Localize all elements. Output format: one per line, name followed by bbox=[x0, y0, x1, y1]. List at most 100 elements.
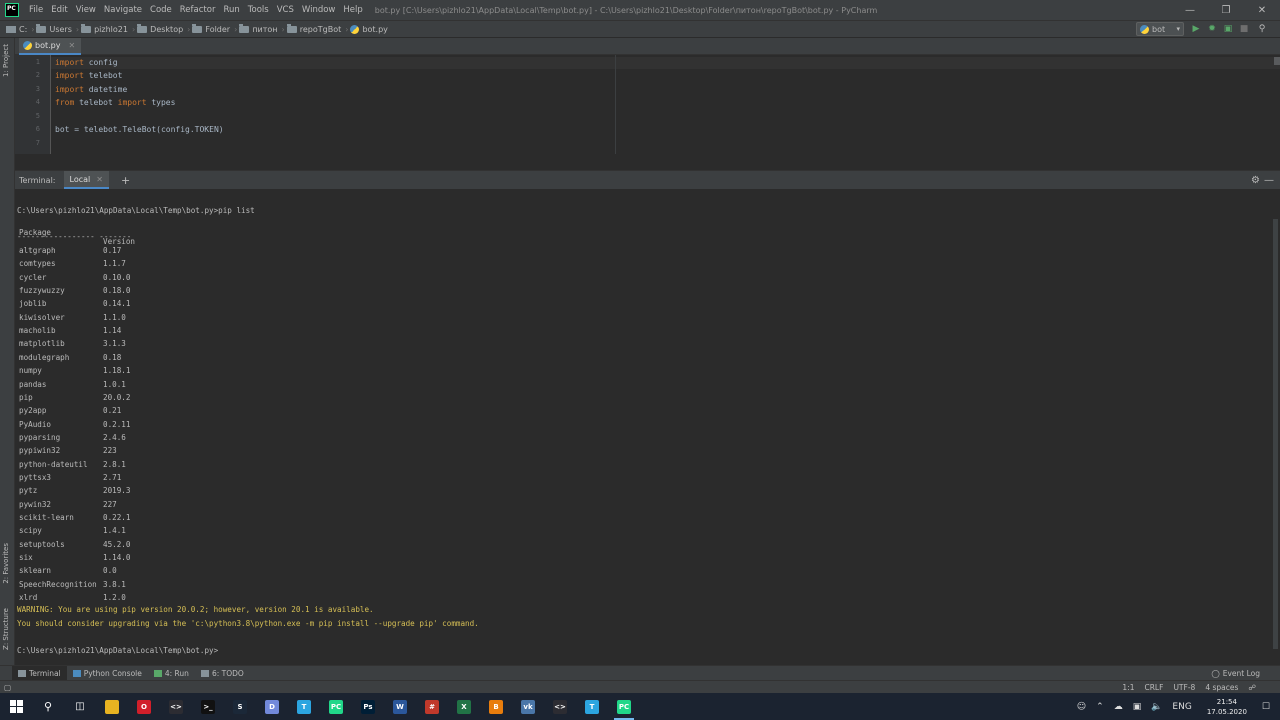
file-encoding[interactable]: UTF-8 bbox=[1173, 683, 1195, 692]
package-name: scikit-learn bbox=[19, 513, 74, 522]
cmd-icon[interactable]: >_ bbox=[192, 693, 224, 720]
menu-help[interactable]: Help bbox=[339, 5, 366, 15]
menu-file[interactable]: File bbox=[25, 5, 47, 15]
close-window-button[interactable]: ✕ bbox=[1244, 0, 1280, 20]
breadcrumb-separator: › bbox=[234, 24, 238, 34]
terminal-scrollbar[interactable] bbox=[1273, 219, 1278, 649]
coverage-icon[interactable]: ▣ bbox=[1222, 23, 1234, 35]
code-text: bot = telebot.TeleBot(config.TOKEN) bbox=[55, 125, 224, 134]
run-configuration-select[interactable]: bot ▾ bbox=[1136, 22, 1184, 36]
code-editor[interactable]: 1 2 3 4 5 6 7 import config import teleb… bbox=[15, 55, 1280, 154]
terminal-tab-local[interactable]: Local ✕ bbox=[63, 171, 109, 189]
menu-vcs[interactable]: VCS bbox=[273, 5, 298, 15]
chess-icon[interactable]: # bbox=[416, 693, 448, 720]
close-tab-icon[interactable]: ✕ bbox=[68, 41, 75, 50]
line-number-gutter: 1 2 3 4 5 6 7 bbox=[15, 55, 51, 154]
volume-icon[interactable]: 🔈 bbox=[1151, 702, 1162, 712]
package-name: PyAudio bbox=[19, 419, 52, 429]
terminal-tool-button[interactable]: Terminal bbox=[12, 665, 67, 681]
taskbar-clock[interactable]: 21:54 17.05.2020 bbox=[1207, 697, 1247, 717]
cloud-icon[interactable]: ☁ bbox=[1114, 702, 1123, 712]
stop-icon[interactable]: ■ bbox=[1238, 23, 1250, 35]
vscode-icon-2[interactable]: <> bbox=[544, 693, 576, 720]
menu-edit[interactable]: Edit bbox=[47, 5, 71, 15]
new-terminal-tab-icon[interactable]: + bbox=[121, 174, 130, 187]
window-title: bot.py [C:\Users\pizhlo21\AppData\Local\… bbox=[374, 5, 878, 15]
restore-window-button[interactable]: ❐ bbox=[1208, 0, 1244, 20]
event-log-tool-button[interactable]: ◯ Event Log bbox=[1211, 666, 1260, 681]
vscode-icon[interactable]: <> bbox=[160, 693, 192, 720]
package-version: 1.2.0 bbox=[103, 593, 126, 603]
chevron-up-icon[interactable]: ⌃ bbox=[1096, 702, 1104, 712]
breadcrumb-users[interactable]: Users bbox=[36, 23, 72, 34]
run-icon[interactable]: ▶ bbox=[1190, 23, 1202, 35]
project-tool-tab[interactable]: 1: Project bbox=[2, 44, 10, 77]
structure-tool-tab[interactable]: Z: Structure bbox=[2, 608, 10, 650]
breadcrumb-repo[interactable]: repoTgBot bbox=[286, 23, 341, 34]
caret-position[interactable]: 1:1 bbox=[1122, 683, 1134, 692]
hide-panel-icon[interactable]: — bbox=[1264, 175, 1274, 186]
notification-icon[interactable]: ☐ bbox=[1262, 702, 1270, 712]
telegram-icon[interactable]: T bbox=[288, 693, 320, 720]
telegram-icon-2[interactable]: T bbox=[576, 693, 608, 720]
menu-view[interactable]: View bbox=[72, 5, 100, 15]
minimize-window-button[interactable]: — bbox=[1172, 0, 1208, 20]
file-explorer-icon[interactable] bbox=[96, 693, 128, 720]
search-everywhere-icon[interactable]: ⚲ bbox=[1256, 23, 1268, 35]
indent-setting[interactable]: 4 spaces bbox=[1205, 683, 1238, 692]
folder-icon bbox=[137, 23, 148, 33]
menu-run[interactable]: Run bbox=[219, 5, 243, 15]
word-icon[interactable]: W bbox=[384, 693, 416, 720]
line-separator[interactable]: CRLF bbox=[1144, 683, 1163, 692]
tool-button-label: Python Console bbox=[83, 668, 142, 678]
menu-refactor[interactable]: Refactor bbox=[176, 5, 220, 15]
breadcrumb-desktop[interactable]: Desktop bbox=[137, 23, 184, 34]
menu-code[interactable]: Code bbox=[146, 5, 176, 15]
breadcrumb-folder[interactable]: Folder bbox=[192, 23, 230, 34]
code-line: import config bbox=[55, 58, 118, 67]
excel-icon[interactable]: X bbox=[448, 693, 480, 720]
blender-icon[interactable]: B bbox=[480, 693, 512, 720]
debug-icon[interactable]: ✹ bbox=[1206, 23, 1218, 35]
windows-start-button[interactable] bbox=[0, 693, 32, 720]
menu-window[interactable]: Window bbox=[298, 5, 340, 15]
breadcrumb-python-folder[interactable]: питон bbox=[239, 23, 278, 34]
favorites-tool-tab[interactable]: 2: Favorites bbox=[2, 543, 10, 584]
editor-tab-bot-py[interactable]: bot.py ✕ bbox=[19, 38, 82, 55]
package-name: pytz bbox=[19, 486, 38, 496]
breadcrumb-drive[interactable]: C: bbox=[6, 25, 27, 34]
show-tool-windows-icon[interactable]: ▢ bbox=[4, 683, 11, 692]
network-icon[interactable]: ▣ bbox=[1133, 702, 1142, 712]
opera-icon[interactable]: O bbox=[128, 693, 160, 720]
people-icon[interactable]: ☺ bbox=[1077, 702, 1086, 712]
app-glyph: X bbox=[457, 699, 471, 714]
lock-icon[interactable]: ☍ bbox=[1248, 683, 1256, 692]
discord-icon[interactable]: D bbox=[256, 693, 288, 720]
steam-icon[interactable]: S bbox=[224, 693, 256, 720]
breadcrumb-label: Desktop bbox=[150, 24, 184, 34]
breadcrumb-user[interactable]: pizhlo21 bbox=[81, 23, 128, 34]
editor-terminal-splitter[interactable] bbox=[15, 154, 1280, 171]
task-view-icon[interactable]: ◫ bbox=[64, 693, 96, 720]
tool-button-label: Event Log bbox=[1222, 669, 1260, 678]
pycharm-icon[interactable]: PC bbox=[320, 693, 352, 720]
menu-tools[interactable]: Tools bbox=[244, 5, 273, 15]
run-tool-button[interactable]: 4: Run bbox=[148, 666, 195, 681]
photoshop-icon[interactable]: Ps bbox=[352, 693, 384, 720]
package-name: sklearn bbox=[19, 566, 52, 576]
vk-icon[interactable]: vk bbox=[512, 693, 544, 720]
package-version: 1.4.1 bbox=[103, 526, 126, 536]
line-number: 3 bbox=[35, 85, 40, 93]
python-console-tool-button[interactable]: Python Console bbox=[67, 666, 148, 681]
todo-tool-button[interactable]: 6: TODO bbox=[195, 666, 250, 681]
editor-scrollbar[interactable] bbox=[1274, 57, 1280, 65]
search-icon[interactable]: ⚲ bbox=[32, 693, 64, 720]
package-version: 0.18 bbox=[103, 352, 122, 362]
terminal-output[interactable]: C:\Users\pizhlo21\AppData\Local\Temp\bot… bbox=[15, 189, 1280, 665]
pycharm-icon-2[interactable]: PC bbox=[608, 693, 640, 720]
input-language[interactable]: ENG bbox=[1172, 702, 1191, 712]
gear-icon[interactable]: ⚙ bbox=[1251, 175, 1260, 186]
breadcrumb-file[interactable]: bot.py bbox=[350, 24, 388, 34]
close-tab-icon[interactable]: ✕ bbox=[96, 175, 103, 184]
menu-navigate[interactable]: Navigate bbox=[100, 5, 146, 15]
